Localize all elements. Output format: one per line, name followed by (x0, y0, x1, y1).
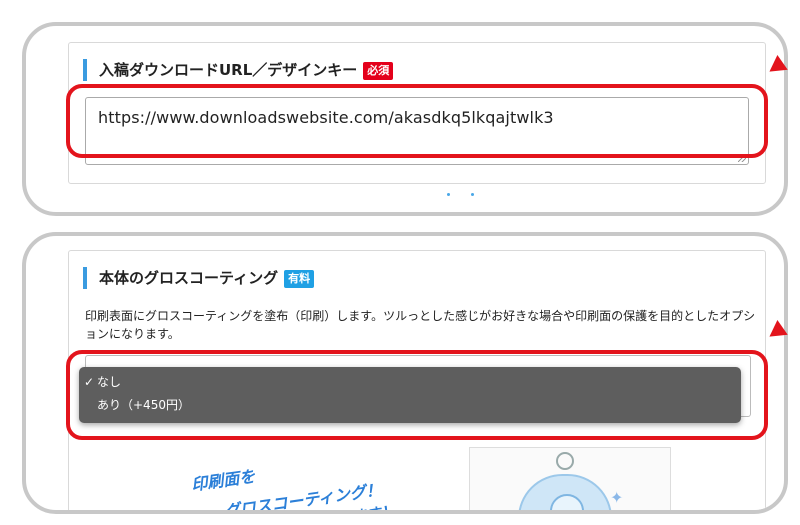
loading-dots (447, 193, 477, 197)
option-label: あり（+450円） (97, 398, 190, 412)
promo-image: 印刷面を グロスコーティング！ ます！ (179, 457, 419, 510)
gloss-dropdown-menu: ✓ なし あり（+450円） (79, 367, 741, 423)
dot-icon (471, 193, 474, 196)
gloss-card: 本体のグロスコーティング 有料 印刷表面にグロスコーティングを塗布（印刷）します。… (68, 250, 766, 510)
gloss-description: 印刷表面にグロスコーティングを塗布（印刷）します。ツルっとした感じがお好きな場合… (85, 309, 756, 341)
download-url-textarea[interactable]: https://www.downloadswebsite.com/akasdkq… (85, 97, 749, 165)
acrylic-charm-image (518, 474, 612, 510)
keyring-icon (556, 452, 574, 470)
character-face-icon (550, 494, 584, 510)
download-url-value: https://www.downloadswebsite.com/akasdkq… (98, 108, 554, 127)
dot-icon (447, 193, 450, 196)
section-title-text: 本体のグロスコーティング (99, 269, 279, 287)
option-label: なし (97, 375, 122, 389)
check-icon: ✓ (83, 375, 95, 389)
section-title-text: 入稿ダウンロードURL／デザインキー (99, 61, 358, 79)
sparkle-icon: ✦ (610, 488, 624, 507)
section-title-gloss: 本体のグロスコーティング 有料 (83, 267, 315, 289)
url-card: 入稿ダウンロードURL／デザインキー 必須 https://www.downloa… (68, 42, 766, 196)
dropdown-option-gloss[interactable]: あり（+450円） (97, 394, 190, 416)
url-panel: 入稿ダウンロードURL／デザインキー 必須 https://www.downloa… (22, 22, 788, 216)
resize-handle-icon[interactable] (738, 154, 746, 162)
section-title-url: 入稿ダウンロードURL／デザインキー 必須 (83, 59, 394, 81)
required-badge: 必須 (363, 62, 394, 80)
paid-badge: 有料 (284, 270, 315, 288)
product-image: ✦ (469, 447, 671, 510)
promo-text: 印刷面を (190, 466, 257, 495)
dropdown-option-none[interactable]: ✓ なし (81, 371, 121, 393)
gloss-panel: 本体のグロスコーティング 有料 印刷表面にグロスコーティングを塗布（印刷）します。… (22, 232, 788, 514)
